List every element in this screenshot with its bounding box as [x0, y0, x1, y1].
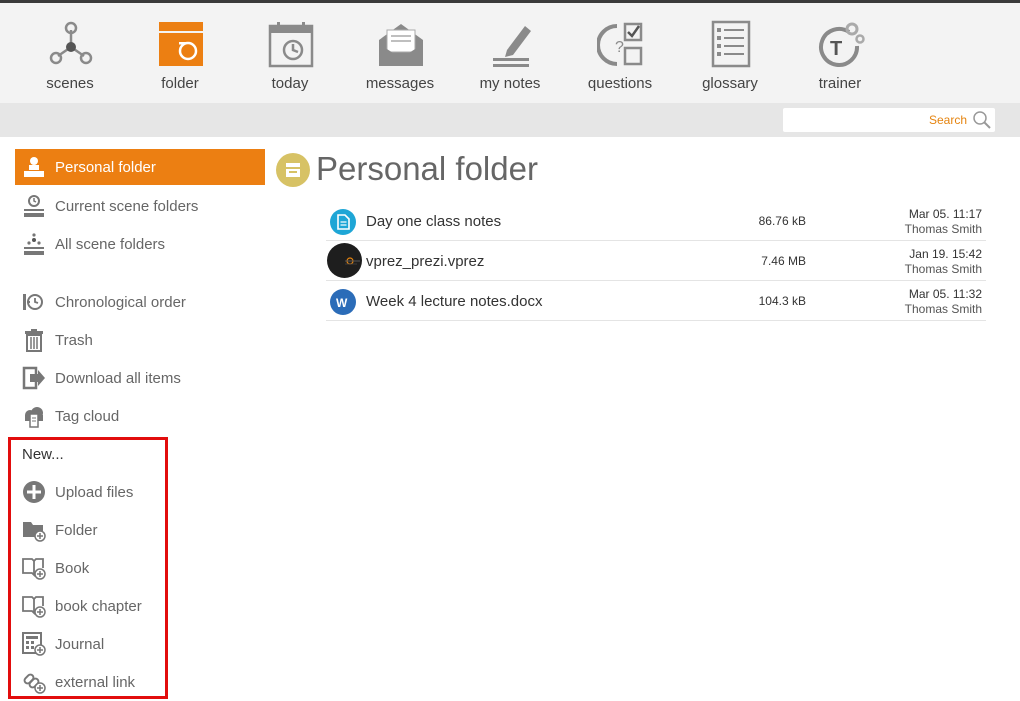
nav-messages[interactable]: messages: [345, 3, 455, 103]
scenes-tray-icon: [24, 233, 44, 255]
nav-trainer[interactable]: T trainer: [785, 3, 895, 103]
sidebar-item-chronological-order[interactable]: Chronological order: [15, 284, 265, 320]
sidebar-item-label: Chronological order: [55, 294, 186, 311]
file-owner: Thomas Smith: [904, 222, 982, 236]
file-size: 7.46 MB: [761, 254, 806, 268]
svg-text:W: W: [336, 296, 348, 310]
search-placeholder: Search: [928, 113, 967, 127]
file-row[interactable]: Day one class notes 86.76 kB Mar 05. 11:…: [326, 201, 986, 241]
sidebar-item-download-all-items[interactable]: Download all items: [15, 360, 265, 396]
sidebar-item-trash[interactable]: Trash: [15, 322, 265, 358]
sidebar-item-all-scene-folders[interactable]: All scene folders: [15, 226, 265, 262]
sidebar-item-label: Tag cloud: [55, 408, 120, 425]
folder-icon: [159, 22, 203, 66]
nav-scenes-label: scenes: [46, 75, 94, 92]
sidebar-item-label: Current scene folders: [55, 198, 199, 215]
glossary-icon: [711, 20, 751, 68]
search-input[interactable]: Search: [783, 108, 995, 132]
page-title: Personal folder: [316, 150, 538, 187]
nav-questions-label: questions: [587, 75, 653, 92]
word-doc-icon: W: [330, 289, 356, 315]
nav-messages-label: messages: [365, 75, 435, 92]
nav-folder[interactable]: folder: [125, 3, 235, 103]
file-row[interactable]: vprez_prezi.vprez 7.46 MB Jan 19. 15:42 …: [326, 241, 986, 281]
file-size: 104.3 kB: [758, 294, 806, 308]
sidebar-item-label: All scene folders: [55, 236, 166, 253]
file-name: Week 4 lecture notes.docx: [366, 293, 543, 310]
sidebar-item-label: Download all items: [55, 370, 181, 387]
chronological-icon: [23, 294, 43, 310]
personal-folder-title-icon: [276, 153, 310, 187]
nav-glossary-label: glossary: [702, 75, 758, 92]
nav-my-notes[interactable]: my notes: [455, 3, 565, 103]
search-icon[interactable]: [972, 110, 992, 130]
file-name: vprez_prezi.vprez: [366, 253, 485, 270]
sidebar-item-label: Trash: [55, 332, 93, 349]
nav-glossary[interactable]: glossary: [675, 3, 785, 103]
trash-icon: [25, 329, 43, 352]
pencil-note-icon: [493, 26, 531, 67]
envelope-icon: [379, 24, 423, 66]
nav-my-notes-label: my notes: [479, 75, 541, 92]
new-items-highlight-box: [8, 437, 168, 699]
svg-text:?: ?: [615, 39, 624, 56]
nav-today-label: today: [271, 75, 309, 92]
nav-today[interactable]: today: [235, 3, 345, 103]
file-date: Mar 05. 11:17: [908, 207, 982, 221]
file-name: Day one class notes: [366, 213, 502, 230]
file-row[interactable]: W Week 4 lecture notes.docx 104.3 kB Mar…: [326, 281, 986, 321]
sidebar-item-personal-folder[interactable]: Personal folder: [15, 149, 265, 185]
sidebar-item-tag-cloud[interactable]: Tag cloud: [15, 398, 265, 434]
download-icon: [22, 366, 45, 390]
svg-text:T: T: [830, 38, 842, 60]
presentation-thumbnail-icon: [327, 243, 362, 278]
nav-questions[interactable]: ? questions: [565, 3, 675, 103]
scenes-icon: [49, 21, 93, 65]
sidebar-item-label: Personal folder: [55, 159, 156, 176]
file-size: 86.76 kB: [758, 214, 806, 228]
document-icon: [330, 209, 356, 235]
trainer-icon: T: [819, 22, 865, 67]
calendar-icon: [268, 22, 314, 68]
tag-cloud-icon: [25, 407, 43, 428]
file-date: Mar 05. 11:32: [908, 287, 982, 301]
clock-tray-icon: [24, 195, 44, 217]
nav-scenes[interactable]: scenes: [15, 3, 125, 103]
file-owner: Thomas Smith: [904, 302, 982, 316]
search-bar: Search: [0, 103, 1020, 137]
nav-folder-label: folder: [161, 75, 199, 92]
sidebar-item-current-scene-folders[interactable]: Current scene folders: [15, 188, 265, 224]
questions-icon: ?: [597, 22, 643, 66]
file-date: Jan 19. 15:42: [909, 247, 982, 261]
personal-folder-icon: [24, 157, 44, 177]
nav-trainer-label: trainer: [818, 75, 862, 92]
file-owner: Thomas Smith: [904, 262, 982, 276]
top-navigation: scenes folder today messages my notes ? …: [0, 3, 1020, 103]
